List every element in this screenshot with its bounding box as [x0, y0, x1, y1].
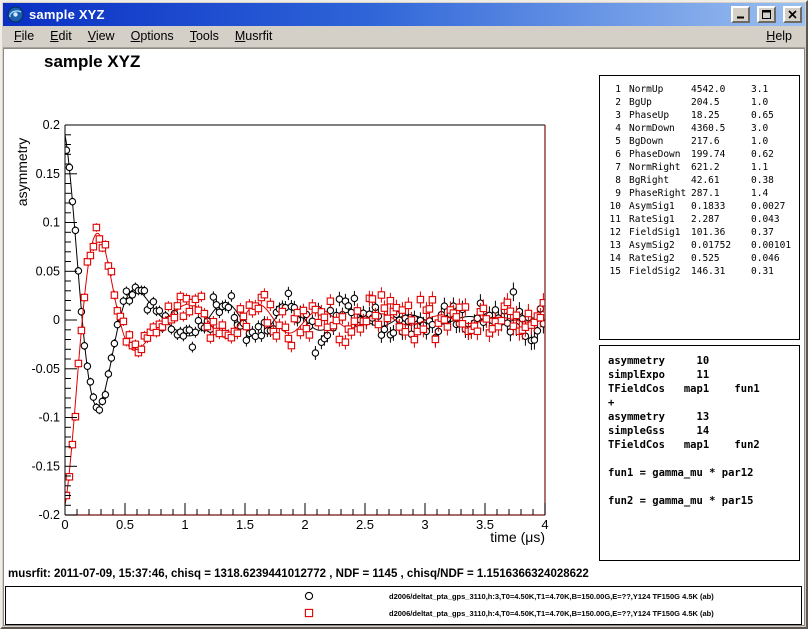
parameter-row: 13AsymSig20.017520.00101 — [606, 239, 799, 252]
theory-text: asymmetry 10 simplExpo 11 TFieldCos map1… — [600, 346, 799, 508]
plot-legend: d2006/deltat_pta_gps_3110,h:3,T0=4.50K,T… — [5, 586, 802, 625]
root-canvas: sample XYZ 00.511.522.533.54-0.2-0.15-0.… — [3, 48, 805, 626]
window-title: sample XYZ — [29, 7, 726, 22]
parameter-row: 15FieldSig2146.310.31 — [606, 265, 799, 278]
parameter-row: 11RateSig12.2870.043 — [606, 213, 799, 226]
legend-entry: d2006/deltat_pta_gps_3110,h:4,T0=4.50K,T… — [6, 606, 801, 622]
parameter-table: 1NormUp4542.03.12BgUp204.51.03PhaseUp18.… — [599, 75, 800, 340]
svg-text:1: 1 — [181, 517, 188, 532]
svg-text:0.5: 0.5 — [116, 517, 134, 532]
svg-text:0: 0 — [53, 313, 60, 327]
legend-label: d2006/deltat_pta_gps_3110,h:3,T0=4.50K,T… — [389, 592, 714, 601]
menu-items: FileEditViewOptionsToolsMusrfit — [6, 27, 280, 46]
parameter-row: 8BgRight42.610.38 — [606, 174, 799, 187]
minimize-button[interactable] — [731, 6, 750, 23]
svg-text:-0.05: -0.05 — [32, 362, 61, 376]
maximize-icon — [762, 10, 771, 19]
parameter-row: 4NormDown4360.53.0 — [606, 122, 799, 135]
svg-text:1.5: 1.5 — [236, 517, 254, 532]
menu-view[interactable]: View — [80, 27, 123, 46]
parameter-row: 5BgDown217.61.0 — [606, 135, 799, 148]
svg-text:2: 2 — [301, 517, 308, 532]
parameter-row: 2BgUp204.51.0 — [606, 96, 799, 109]
menu-options[interactable]: Options — [123, 27, 182, 46]
svg-text:0: 0 — [61, 517, 68, 532]
menu-help[interactable]: Help — [758, 27, 802, 46]
asymmetry-plot[interactable]: 00.511.522.533.54-0.2-0.15-0.1-0.0500.05… — [4, 49, 598, 577]
fit-status-line: musrfit: 2011-07-09, 15:37:46, chisq = 1… — [8, 568, 589, 580]
app-window: sample XYZ FileEditViewOptionsToolsMusrf… — [0, 0, 808, 629]
svg-text:-0.15: -0.15 — [32, 459, 61, 473]
svg-text:0.05: 0.05 — [36, 264, 60, 278]
menu-musrfit[interactable]: Musrfit — [227, 27, 281, 46]
theory-box: asymmetry 10 simplExpo 11 TFieldCos map1… — [599, 345, 800, 561]
svg-text:time (μs): time (μs) — [490, 529, 545, 545]
legend-entry: d2006/deltat_pta_gps_3110,h:3,T0=4.50K,T… — [6, 589, 801, 605]
svg-text:3: 3 — [421, 517, 428, 532]
legend-label: d2006/deltat_pta_gps_3110,h:4,T0=4.50K,T… — [389, 609, 714, 618]
svg-text:0.15: 0.15 — [36, 167, 60, 181]
svg-text:0.1: 0.1 — [43, 216, 60, 230]
parameter-row: 1NormUp4542.03.1 — [606, 83, 799, 96]
menu-edit[interactable]: Edit — [42, 27, 80, 46]
close-icon — [788, 10, 797, 19]
maximize-button[interactable] — [757, 6, 776, 23]
title-bar[interactable]: sample XYZ — [3, 3, 805, 26]
svg-text:-0.1: -0.1 — [38, 411, 60, 425]
menu-tools[interactable]: Tools — [182, 27, 227, 46]
app-icon — [7, 6, 24, 23]
menu-bar: FileEditViewOptionsToolsMusrfit Help — [3, 26, 805, 48]
minimize-icon — [736, 10, 745, 19]
parameter-row: 14RateSig20.5250.046 — [606, 252, 799, 265]
legend-circle-icon — [302, 590, 316, 602]
svg-text:-0.2: -0.2 — [38, 508, 60, 522]
svg-text:asymmetry: asymmetry — [14, 138, 30, 206]
legend-square-icon — [302, 607, 316, 619]
menu-file[interactable]: File — [6, 27, 42, 46]
parameter-row: 6PhaseDown199.740.62 — [606, 148, 799, 161]
parameter-row: 9PhaseRight287.11.4 — [606, 187, 799, 200]
parameter-row: 7NormRight621.21.1 — [606, 161, 799, 174]
svg-text:2.5: 2.5 — [356, 517, 374, 532]
parameter-row: 12FieldSig1101.360.37 — [606, 226, 799, 239]
parameter-row: 10AsymSig10.18330.0027 — [606, 200, 799, 213]
close-button[interactable] — [783, 6, 802, 23]
parameter-row: 3PhaseUp18.250.65 — [606, 109, 799, 122]
svg-text:0.2: 0.2 — [43, 118, 60, 132]
